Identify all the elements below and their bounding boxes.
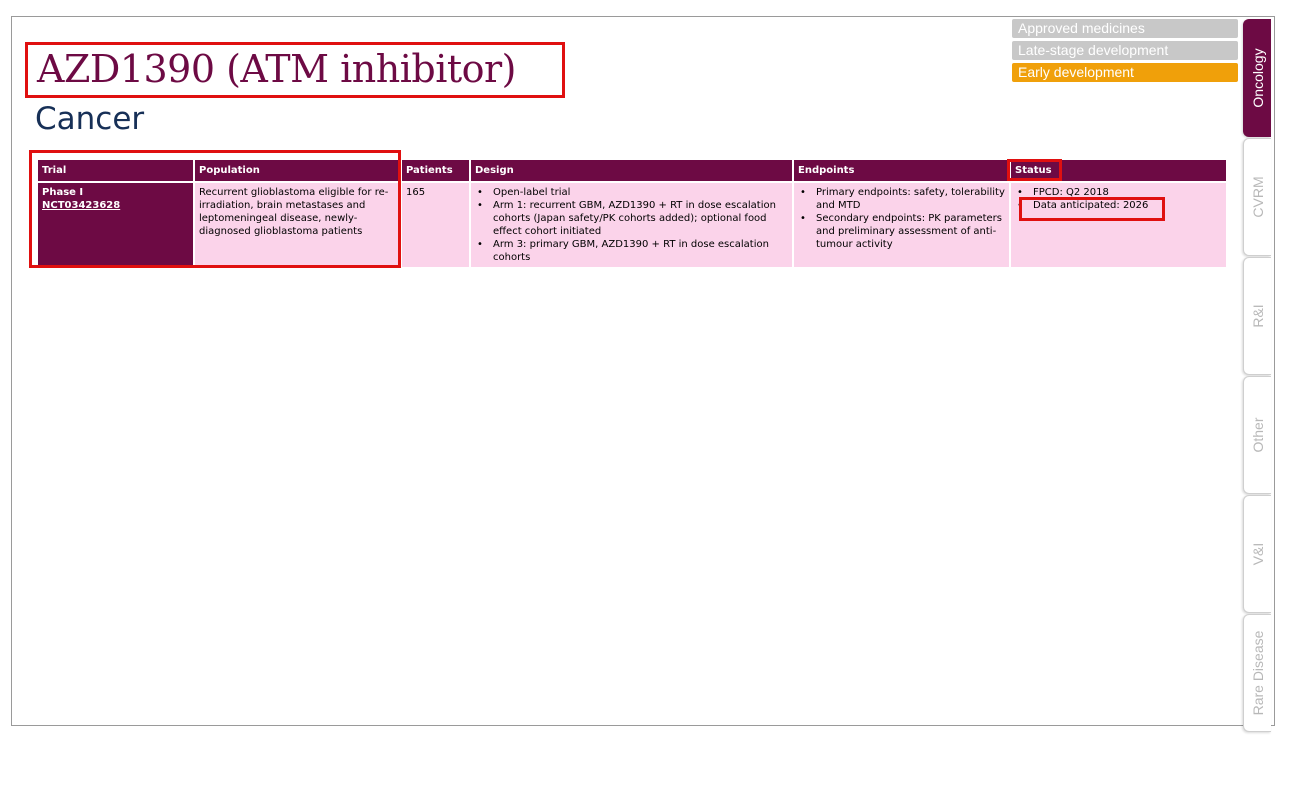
endpoint-item: Primary endpoints: safety, tolerability … [798, 186, 1005, 212]
endpoint-item: Secondary endpoints: PK parameters and p… [798, 212, 1005, 251]
slide-frame [11, 16, 1275, 726]
legend-early-development: Early development [1012, 63, 1238, 82]
trial-cell: Phase I NCT03423628 [38, 182, 195, 267]
design-item: Open-label trial [475, 186, 788, 199]
tab-cvrm[interactable]: CVRM [1243, 138, 1271, 256]
endpoints-cell: Primary endpoints: safety, tolerability … [793, 182, 1011, 267]
tab-r-and-i[interactable]: R&I [1243, 257, 1271, 375]
page-subtitle: Cancer [35, 101, 145, 137]
tab-r-and-i-label: R&I [1249, 304, 1266, 328]
trial-table: Trial Population Patients Design Endpoin… [38, 160, 1226, 267]
tab-oncology[interactable]: Oncology [1243, 19, 1271, 137]
legend-late-stage-development: Late-stage development [1012, 41, 1238, 60]
tab-other[interactable]: Other [1243, 376, 1271, 494]
tab-other-label: Other [1249, 417, 1266, 453]
status-item: Data anticipated: 2026 [1015, 199, 1222, 212]
design-item: Arm 3: primary GBM, AZD1390 + RT in dose… [475, 238, 788, 264]
header-status: Status [1010, 160, 1226, 183]
tab-oncology-label: Oncology [1249, 48, 1266, 108]
header-patients: Patients [401, 160, 471, 183]
header-design: Design [470, 160, 794, 183]
patients-cell: 165 [401, 182, 471, 267]
tab-rare-disease[interactable]: Rare Disease [1243, 614, 1271, 732]
population-cell: Recurrent glioblastoma eligible for re-i… [194, 182, 402, 267]
design-item: Arm 1: recurrent GBM, AZD1390 + RT in do… [475, 199, 788, 238]
table-row: Phase I NCT03423628 Recurrent glioblasto… [38, 182, 1226, 267]
table-header-row: Trial Population Patients Design Endpoin… [38, 160, 1226, 183]
status-item: FPCD: Q2 2018 [1015, 186, 1222, 199]
status-list: FPCD: Q2 2018 Data anticipated: 2026 [1015, 186, 1222, 212]
endpoints-list: Primary endpoints: safety, tolerability … [798, 186, 1005, 251]
trial-phase: Phase I [42, 187, 84, 198]
header-endpoints: Endpoints [793, 160, 1011, 183]
trial-id-link[interactable]: NCT03423628 [42, 200, 120, 211]
page-title: AZD1390 (ATM inhibitor) [37, 47, 517, 91]
tab-v-and-i[interactable]: V&I [1243, 495, 1271, 613]
header-population: Population [194, 160, 402, 183]
status-cell: FPCD: Q2 2018 Data anticipated: 2026 [1010, 182, 1226, 267]
design-list: Open-label trial Arm 1: recurrent GBM, A… [475, 186, 788, 264]
legend-approved-medicines: Approved medicines [1012, 19, 1238, 38]
design-cell: Open-label trial Arm 1: recurrent GBM, A… [470, 182, 794, 267]
development-stage-legend: Approved medicines Late-stage developmen… [1012, 19, 1238, 85]
tab-v-and-i-label: V&I [1249, 542, 1266, 566]
tab-cvrm-label: CVRM [1249, 176, 1266, 218]
header-trial: Trial [38, 160, 195, 183]
tab-rare-disease-label: Rare Disease [1249, 630, 1266, 716]
